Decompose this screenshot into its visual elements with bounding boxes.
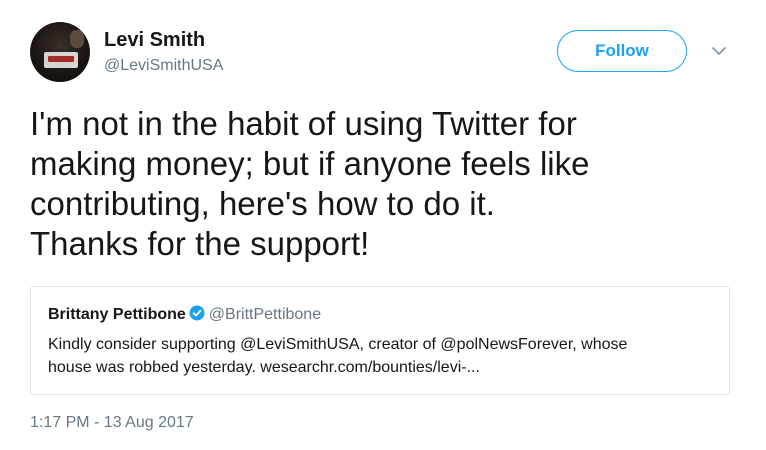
quoted-text-line: house was robbed yesterday. wesearchr.co… xyxy=(48,359,480,376)
verified-badge-icon xyxy=(189,305,205,321)
tweet-card: Levi Smith @LeviSmithUSA Follow I'm not … xyxy=(0,0,766,450)
quoted-tweet-text: Kindly consider supporting @LeviSmithUSA… xyxy=(48,333,718,379)
tweet-text: I'm not in the habit of using Twitter fo… xyxy=(30,104,730,264)
tweet-timestamp[interactable]: 1:17 PM - 13 Aug 2017 xyxy=(30,413,194,433)
tweet-text-line: I'm not in the habit of using Twitter fo… xyxy=(30,105,577,142)
avatar-head xyxy=(70,30,84,48)
tweet-text-line: contributing, here's how to do it. xyxy=(30,185,495,222)
quoted-text-line: Kindly consider supporting @LeviSmithUSA… xyxy=(48,336,628,353)
tweet-text-line: Thanks for the support! xyxy=(30,225,370,262)
follow-button[interactable]: Follow xyxy=(557,30,687,72)
quoted-author-handle: @BrittPettibone xyxy=(208,306,322,323)
quoted-tweet-header: Brittany Pettibone @BrittPettibone xyxy=(48,305,321,325)
author-name[interactable]: Levi Smith xyxy=(104,28,205,52)
quoted-tweet[interactable]: Brittany Pettibone @BrittPettibone Kindl… xyxy=(30,286,730,395)
chevron-down-icon[interactable] xyxy=(708,40,730,62)
author-handle[interactable]: @LeviSmithUSA xyxy=(104,56,223,76)
avatar-shirt-print xyxy=(48,56,74,62)
avatar[interactable] xyxy=(30,22,90,82)
quoted-author-name: Brittany Pettibone xyxy=(48,306,186,323)
tweet-text-line: making money; but if anyone feels like xyxy=(30,145,590,182)
